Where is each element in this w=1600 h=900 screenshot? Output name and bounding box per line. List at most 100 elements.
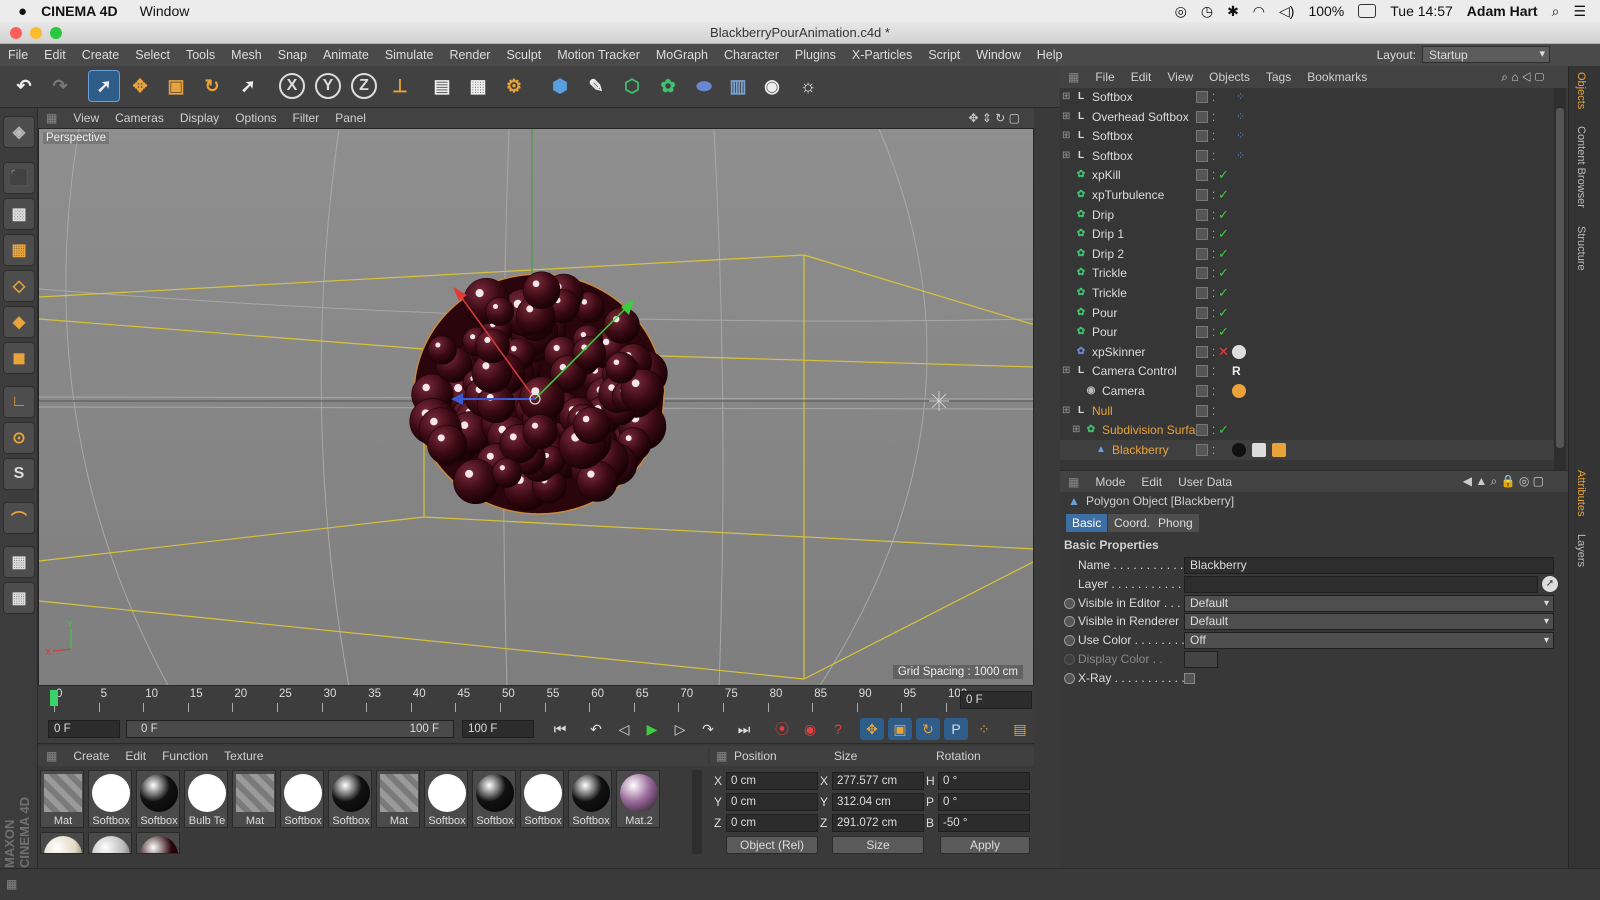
object-row[interactable]: ⊞ L Softbox ⁚ ⁘ (1060, 88, 1554, 107)
tab-coord[interactable]: Coord. (1108, 514, 1157, 532)
tweak-mode-icon[interactable]: ⊙ (3, 422, 35, 454)
next-frame-icon[interactable]: ▷ (668, 718, 692, 740)
vp-menu-panel[interactable]: Panel (327, 111, 374, 125)
layer-swatch[interactable] (1196, 404, 1208, 417)
menu-script[interactable]: Script (920, 48, 968, 62)
attr-menu-user-data[interactable]: User Data (1170, 475, 1240, 489)
object-name[interactable]: xpTurbulence (1092, 185, 1164, 205)
layer-swatch[interactable] (1196, 326, 1208, 339)
keyframe-selection-icon[interactable]: ? (826, 718, 850, 740)
pos-z-field[interactable]: 0 cm (726, 814, 818, 832)
menu-sculpt[interactable]: Sculpt (498, 48, 549, 62)
attr-menu-edit[interactable]: Edit (1133, 475, 1170, 489)
cube-primitive-icon[interactable]: ⬢ (544, 70, 576, 102)
obj-manager-tools-icons[interactable]: ⌕ ⌂ ◁ ▢ (1493, 70, 1552, 85)
mat-menu-texture[interactable]: Texture (216, 749, 271, 763)
animate-radio-icon[interactable] (1064, 654, 1075, 665)
minimize-window-button[interactable] (30, 27, 42, 39)
layer-swatch[interactable] (1196, 91, 1208, 103)
menu-file[interactable]: File (0, 48, 36, 62)
enabled-check-icon[interactable]: ✓ (1218, 283, 1229, 303)
material-swatch[interactable]: Bulb Te (184, 770, 228, 828)
material-swatch[interactable] (40, 832, 84, 854)
record-pla-icon[interactable]: ⁘ (972, 718, 996, 740)
vp-menu-cameras[interactable]: Cameras (107, 111, 172, 125)
vp-menu-display[interactable]: Display (172, 111, 227, 125)
spotlight-icon[interactable]: ⌕ (1552, 3, 1560, 20)
volume-icon[interactable]: ◁) (1279, 3, 1294, 20)
visibility-dots[interactable]: ⁚ (1212, 442, 1215, 462)
polygons-mode-icon[interactable]: ◼ (3, 342, 35, 374)
size-x-field[interactable]: 277.577 cm (832, 772, 924, 790)
vp-menu-options[interactable]: Options (227, 111, 284, 125)
floor-icon[interactable]: ▥ (722, 70, 754, 102)
menu-edit[interactable]: Edit (36, 48, 74, 62)
vp-menu-filter[interactable]: Filter (285, 111, 328, 125)
mac-menu-window[interactable]: Window (140, 3, 190, 19)
enabled-check-icon[interactable]: ✓ (1218, 165, 1229, 185)
object-row[interactable]: ⊞ L Softbox ⁚ ⁘ (1060, 126, 1554, 146)
object-row[interactable]: ▲ Blackberry ⁚ (1060, 439, 1554, 462)
timeline-ruler[interactable]: 0 5 10 15 20 25 30 35 40 45 50 55 60 65 70 75 80 85 90 95 10… (38, 686, 1034, 714)
move-tool-icon[interactable]: ✥ (124, 70, 156, 102)
layer-swatch[interactable] (1196, 287, 1208, 299)
record-position-icon[interactable]: ✥ (860, 718, 884, 740)
object-list-scrollbar[interactable] (1554, 88, 1566, 470)
axis-mode-icon[interactable]: ∟ (3, 386, 35, 418)
tab-objects[interactable]: Objects (1575, 72, 1587, 109)
y-axis-lock-icon[interactable]: Y (312, 70, 344, 102)
menu-plugins[interactable]: Plugins (787, 48, 844, 62)
end-frame-field[interactable]: 100 F (462, 720, 534, 738)
bluetooth-icon[interactable]: ✱ (1227, 3, 1239, 20)
apply-button[interactable]: Apply (940, 836, 1030, 854)
tab-attributes[interactable]: Attributes (1575, 470, 1587, 516)
layer-swatch[interactable] (1196, 345, 1208, 358)
attr-menu-mode[interactable]: Mode (1087, 475, 1133, 489)
pos-y-field[interactable]: 0 cm (726, 793, 818, 811)
menu-motion-tracker[interactable]: Motion Tracker (549, 48, 648, 62)
material-scrollbar[interactable] (692, 770, 702, 854)
object-row[interactable]: ✿ Drip 1 ⁚ ✓ (1060, 224, 1554, 244)
camera-icon[interactable]: ◉ (756, 70, 788, 102)
object-row[interactable]: ✿ Drip 2 ⁚ ✓ (1060, 244, 1554, 264)
layer-swatch[interactable] (1196, 267, 1208, 280)
snap-mode-icon[interactable]: ⌒ (3, 502, 35, 534)
notification-center-icon[interactable]: ☰ (1573, 3, 1586, 20)
object-name[interactable]: Blackberry (1112, 440, 1169, 460)
enabled-check-icon[interactable]: ✓ (1218, 303, 1229, 323)
perspective-viewport[interactable]: Y X Perspective Grid Spacing : 1000 cm (38, 128, 1034, 686)
enabled-check-icon[interactable]: ✓ (1218, 205, 1229, 225)
object-name[interactable]: Softbox (1092, 146, 1133, 166)
object-name[interactable]: Trickle (1092, 263, 1127, 283)
object-name[interactable]: Softbox (1092, 88, 1133, 107)
obj-menu-file[interactable]: File (1087, 70, 1122, 84)
object-row[interactable]: ⊞ L Camera Control ⁚ R (1060, 361, 1554, 381)
object-name[interactable]: Null (1092, 401, 1113, 421)
animate-radio-icon[interactable] (1064, 635, 1075, 647)
xray-checkbox[interactable] (1184, 672, 1195, 684)
layer-swatch[interactable] (1196, 110, 1208, 123)
size-mode-dropdown[interactable]: Size (832, 836, 924, 854)
material-swatch[interactable]: Softbox (328, 770, 372, 828)
object-name[interactable]: Trickle (1092, 283, 1127, 303)
material-tag-icon[interactable] (1232, 344, 1246, 359)
render-settings-icon[interactable]: ⚙ (498, 70, 530, 102)
object-row[interactable]: ✿ xpSkinner ⁚ ✕ (1060, 342, 1554, 362)
display-tag-icon[interactable]: ⁘ (1236, 107, 1245, 127)
menu-simulate[interactable]: Simulate (377, 48, 442, 62)
light-icon[interactable]: ☼ (792, 70, 824, 102)
rot-b-field[interactable]: -50 ° (938, 814, 1030, 832)
material-swatch[interactable]: Softbox (568, 770, 612, 828)
tab-content-browser[interactable]: Content Browser (1575, 126, 1587, 208)
enabled-check-icon[interactable]: ✓ (1218, 244, 1229, 264)
mat-menu-edit[interactable]: Edit (117, 749, 154, 763)
object-row[interactable]: ✿ Pour ⁚ ✓ (1060, 322, 1554, 342)
menu-character[interactable]: Character (716, 48, 787, 62)
render-picture-viewer-icon[interactable]: ▦ (462, 70, 494, 102)
tab-structure[interactable]: Structure (1575, 226, 1587, 271)
play-icon[interactable]: ▶ (640, 718, 664, 740)
layer-swatch[interactable] (1196, 424, 1208, 437)
attr-tools-icons[interactable]: ◀ ▲ ⌕ 🔒 ◎ ▢ (1455, 474, 1552, 489)
protection-tag-icon[interactable] (1232, 384, 1246, 398)
make-editable-icon[interactable]: ◈ (3, 116, 35, 148)
